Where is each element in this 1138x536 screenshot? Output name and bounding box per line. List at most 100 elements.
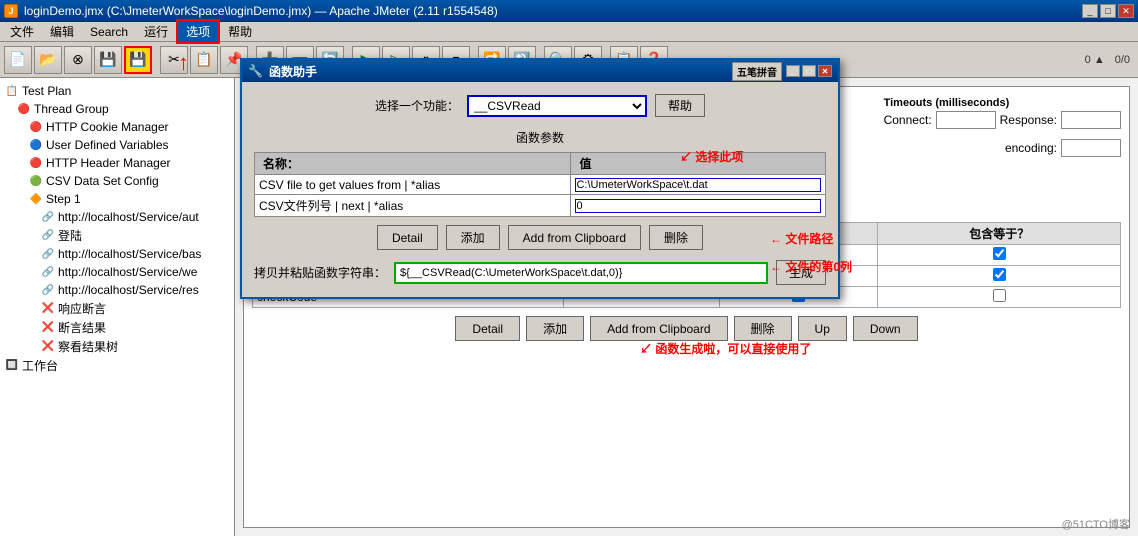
add-button-dialog[interactable]: 添加 [446, 225, 500, 250]
dialog-param-row-2: CSV文件列号 | next | *alias [255, 195, 826, 217]
timeout-section: Timeouts (milliseconds) Connect: Respons… [884, 95, 1121, 133]
tb-open[interactable]: 📂 [34, 46, 62, 74]
http1-label: http://localhost/Service/aut [58, 210, 199, 224]
ime-label: 五笔拼音 [732, 62, 782, 81]
http2-icon: 🔗 [40, 246, 56, 262]
dialog-max[interactable]: □ [802, 65, 816, 77]
tree-item-uservars[interactable]: 🔵 User Defined Variables [4, 136, 230, 154]
connect-input[interactable] [936, 111, 996, 129]
params-section-title: 函数参数 [254, 129, 826, 146]
dialog-param-value-cell-2[interactable] [571, 195, 826, 217]
connect-label: Connect: [884, 113, 932, 127]
tb-copy[interactable]: 📋 [190, 46, 218, 74]
encoding-input[interactable] [1061, 139, 1121, 157]
annotation-col0: ← 文件的第0列 [770, 258, 852, 275]
title-bar: J loginDemo.jmx (C:\JmeterWorkSpace\logi… [0, 0, 1138, 22]
maximize-button[interactable]: □ [1100, 4, 1116, 18]
tree-item-http4[interactable]: 🔗 http://localhost/Service/res [4, 281, 230, 299]
timeout-label: Timeouts (milliseconds) [884, 97, 1010, 109]
dialog-close[interactable]: ✕ [818, 65, 832, 77]
menu-help[interactable]: 帮助 [220, 21, 260, 42]
up-button-main[interactable]: Up [798, 316, 847, 341]
param-include-1 [878, 245, 1121, 266]
delete-button-dialog[interactable]: 删除 [649, 225, 703, 250]
down-button-main[interactable]: Down [853, 316, 918, 341]
dialog-min[interactable]: _ [786, 65, 800, 77]
menu-edit[interactable]: 编辑 [42, 21, 82, 42]
tree-item-threadgroup[interactable]: 🔴 Thread Group [4, 100, 230, 118]
workbench-label: 工作台 [22, 357, 58, 374]
dialog-title: 函数助手 [269, 63, 317, 80]
response-input[interactable] [1061, 111, 1121, 129]
annotation-filepath: ← 文件路径 [770, 230, 833, 247]
tree-item-headermgr[interactable]: 🔴 HTTP Header Manager [4, 154, 230, 172]
cookiemgr-label: HTTP Cookie Manager [46, 120, 169, 134]
viewresult-icon: ❌ [40, 339, 56, 355]
tb-saveas[interactable]: 💾 [124, 46, 152, 74]
tree-item-assert[interactable]: ❌ 响应断言 [4, 299, 230, 318]
result-label: 拷贝并粘贴函数字符串： [254, 264, 386, 281]
tb-close[interactable]: ⊗ [64, 46, 92, 74]
dialog-body: 选择一个功能： __CSVRead 帮助 函数参数 名称： 值 CSV file… [242, 82, 838, 297]
dialog-param-value-1[interactable] [575, 178, 821, 192]
tree-item-http1[interactable]: 🔗 http://localhost/Service/aut [4, 208, 230, 226]
cookiemgr-icon: 🔴 [28, 119, 44, 135]
func-select-row: 选择一个功能： __CSVRead 帮助 [254, 94, 826, 117]
tree-item-step1[interactable]: 🔶 Step 1 [4, 190, 230, 208]
error-counter: 0/0 [1111, 54, 1134, 66]
testplan-icon: 📋 [4, 83, 20, 99]
annotation-select: ↙ 选择此项 [680, 148, 743, 165]
tree-item-testplan[interactable]: 📋 Test Plan [4, 82, 230, 100]
result-row: 拷贝并粘贴函数字符串： 生成 [254, 260, 826, 285]
menu-options[interactable]: 选项 [176, 19, 220, 44]
add-button-main[interactable]: 添加 [526, 316, 584, 341]
annotation-generated: ↙ 函数生成啦，可以直接使用了 [640, 340, 811, 357]
tree-item-cookiemgr[interactable]: 🔴 HTTP Cookie Manager [4, 118, 230, 136]
dialog-param-value-2[interactable] [575, 199, 821, 213]
menu-search[interactable]: Search [82, 23, 136, 41]
tb-new[interactable]: 📄 [4, 46, 32, 74]
workbench-icon: 🔲 [4, 358, 20, 374]
func-select[interactable]: __CSVRead [467, 95, 647, 117]
http1-icon: 🔗 [40, 209, 56, 225]
tree-item-http3[interactable]: 🔗 http://localhost/Service/we [4, 263, 230, 281]
assertresult-label: 断言结果 [58, 319, 106, 336]
delete-button-main[interactable]: 删除 [734, 316, 792, 341]
http4-label: http://localhost/Service/res [58, 283, 199, 297]
http4-icon: 🔗 [40, 282, 56, 298]
func-help-button[interactable]: 帮助 [655, 94, 705, 117]
add-clipboard-button-main[interactable]: Add from Clipboard [590, 316, 727, 341]
viewresult-label: 察看结果树 [58, 338, 118, 355]
login-icon: 🔗 [40, 228, 56, 244]
login-label: 登陆 [58, 227, 82, 244]
assert-label: 响应断言 [58, 300, 106, 317]
tb-save[interactable]: 💾 [94, 46, 122, 74]
tree-item-workbench[interactable]: 🔲 工作台 [4, 356, 230, 375]
toolbar-arrow: ↓ [178, 52, 189, 78]
http3-label: http://localhost/Service/we [58, 265, 197, 279]
tree-item-csvconfig[interactable]: 🟢 CSV Data Set Config [4, 172, 230, 190]
tree-item-assertresult[interactable]: ❌ 断言结果 [4, 318, 230, 337]
testplan-label: Test Plan [22, 84, 71, 98]
dialog-param-name-1: CSV file to get values from | *alias [255, 175, 571, 195]
http3-icon: 🔗 [40, 264, 56, 280]
tree-item-login[interactable]: 🔗 登陆 [4, 226, 230, 245]
detail-button-main[interactable]: Detail [455, 316, 520, 341]
tree-item-http2[interactable]: 🔗 http://localhost/Service/bas [4, 245, 230, 263]
csvconfig-label: CSV Data Set Config [46, 174, 159, 188]
close-button[interactable]: ✕ [1118, 4, 1134, 18]
tree-item-viewresult[interactable]: ❌ 察看结果树 [4, 337, 230, 356]
dialog-param-name-2: CSV文件列号 | next | *alias [255, 195, 571, 217]
result-input[interactable] [394, 262, 768, 284]
csvconfig-icon: 🟢 [28, 173, 44, 189]
title-controls: _ □ ✕ [1082, 4, 1134, 18]
dialog-param-value-cell-1[interactable] [571, 175, 826, 195]
uservars-label: User Defined Variables [46, 138, 169, 152]
detail-button-dialog[interactable]: Detail [377, 225, 438, 250]
title-text: loginDemo.jmx (C:\JmeterWorkSpace\loginD… [24, 4, 498, 18]
menu-run[interactable]: 运行 [136, 21, 176, 42]
add-clipboard-button-dialog[interactable]: Add from Clipboard [508, 225, 641, 250]
minimize-button[interactable]: _ [1082, 4, 1098, 18]
dialog-icon: 🔧 [248, 64, 263, 78]
menu-file[interactable]: 文件 [2, 21, 42, 42]
